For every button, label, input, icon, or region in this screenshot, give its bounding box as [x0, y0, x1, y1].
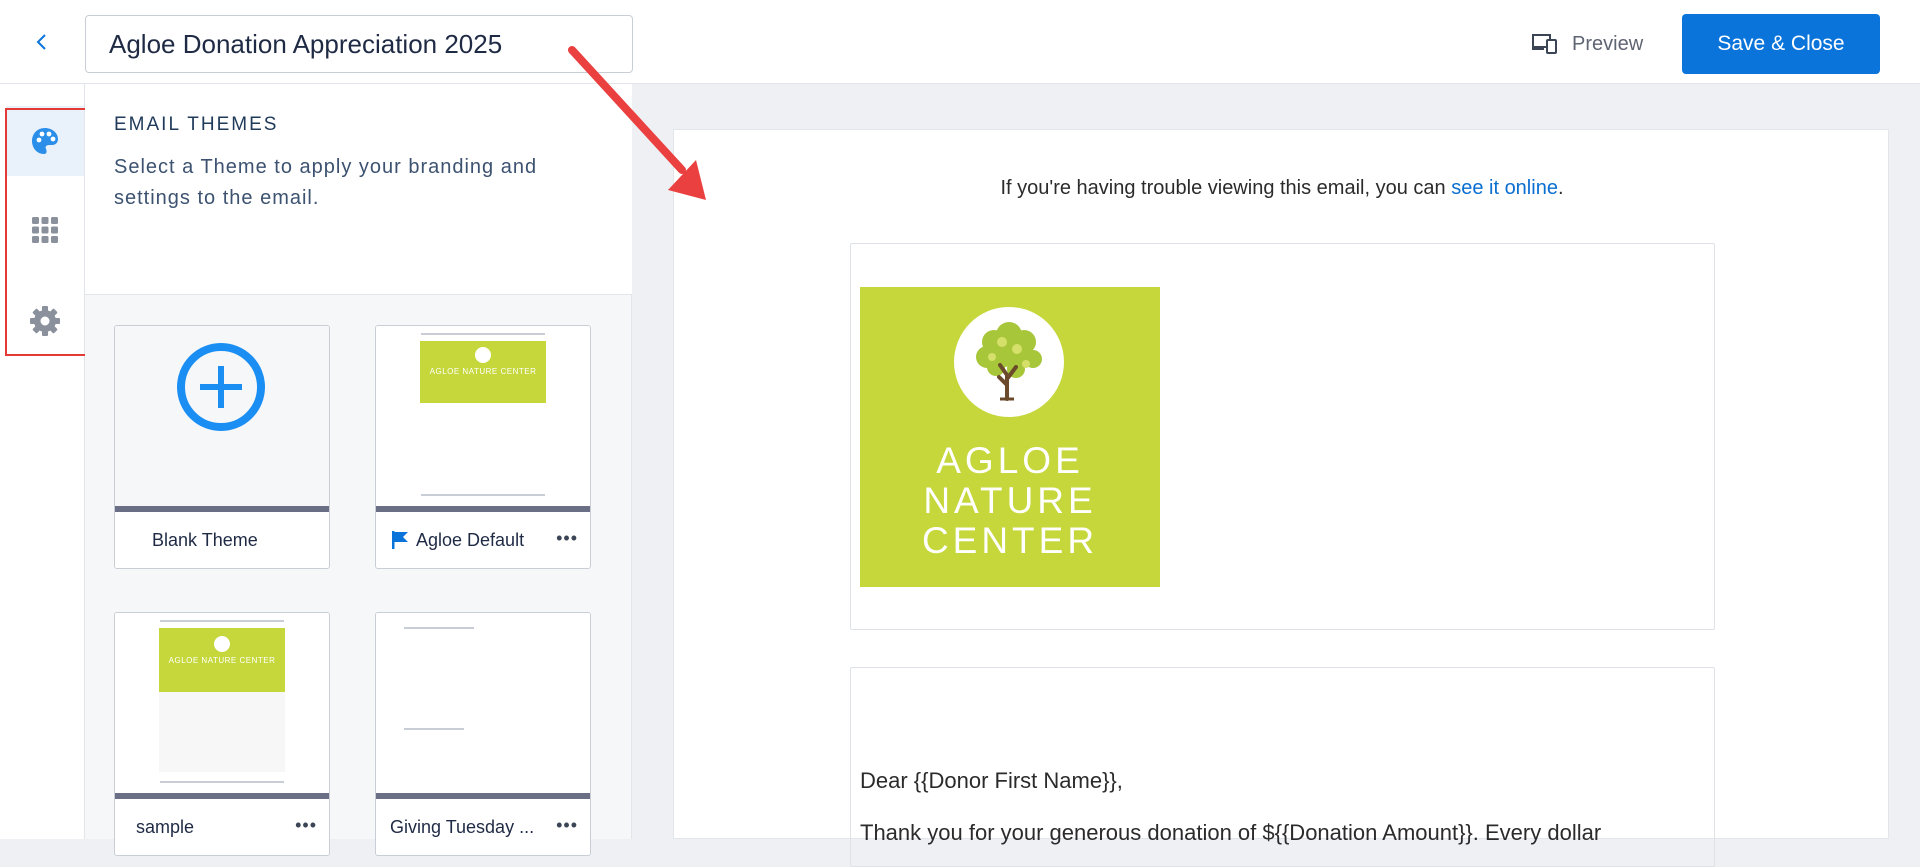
devices-icon: [1532, 34, 1557, 54]
card-footer: Agloe Default •••: [376, 512, 590, 568]
theme-card-agloe-default[interactable]: AGLOE NATURE CENTER Agloe Default •••: [375, 325, 591, 569]
card-label: Agloe Default: [416, 529, 525, 550]
themes-panel-header: EMAIL THEMES Select a Theme to apply you…: [85, 84, 632, 295]
add-circle-icon: [177, 343, 265, 431]
flag-icon: [392, 531, 408, 549]
logo-block[interactable]: AGLOE NATURE CENTER: [850, 243, 1715, 630]
email-title-input[interactable]: [85, 15, 633, 73]
body-text-block[interactable]: Dear {{Donor First Name}}, Thank you for…: [850, 667, 1715, 867]
theme-thumbnail: [376, 613, 590, 793]
panel-title: EMAIL THEMES: [114, 114, 279, 135]
save-close-button[interactable]: Save & Close: [1682, 14, 1880, 74]
view-online-notice: If you're having trouble viewing this em…: [1000, 177, 1564, 199]
tree-emblem: [954, 307, 1064, 417]
palette-icon: [32, 128, 58, 154]
rail-item-settings[interactable]: [6, 286, 84, 356]
card-footer: Giving Tuesday ... •••: [376, 799, 590, 855]
more-options-button[interactable]: •••: [556, 528, 578, 549]
logo-text: AGLOE NATURE CENTER: [921, 440, 1099, 561]
greeting-text: Dear {{Donor First Name}},: [860, 768, 1123, 793]
theme-card-giving-tuesday[interactable]: Giving Tuesday ... •••: [375, 612, 591, 856]
agloe-logo: AGLOE NATURE CENTER: [860, 287, 1160, 587]
card-footer: Blank Theme: [115, 512, 329, 568]
top-bar: Preview Save & Close: [0, 0, 1920, 84]
body-text: Thank you for your generous donation of …: [860, 820, 1602, 845]
card-label: sample: [136, 816, 195, 837]
preview-label: Preview: [1572, 32, 1644, 55]
more-options-button[interactable]: •••: [556, 815, 578, 836]
preview-button[interactable]: Preview: [1532, 24, 1643, 64]
email-canvas: If you're having trouble viewing this em…: [673, 129, 1889, 867]
thumbnail-logo-text: AGLOE NATURE CENTER: [429, 367, 537, 376]
chevron-left-icon: [36, 34, 46, 50]
left-rail: [0, 84, 85, 839]
theme-thumbnail: AGLOE NATURE CENTER: [115, 613, 329, 793]
theme-card-blank[interactable]: Blank Theme: [114, 325, 330, 569]
card-label: Blank Theme: [152, 529, 258, 550]
see-online-link[interactable]: see it online: [1451, 177, 1558, 199]
panel-description: Select a Theme to apply your branding an…: [114, 156, 538, 209]
card-footer: sample •••: [115, 799, 329, 855]
rail-item-themes[interactable]: [6, 106, 84, 176]
thumbnail-logo-text: AGLOE NATURE CENTER: [168, 656, 276, 665]
back-button[interactable]: [22, 22, 62, 62]
gear-icon: [30, 306, 60, 336]
thumbnail-logo: AGLOE NATURE CENTER: [159, 628, 285, 692]
theme-thumbnail: AGLOE NATURE CENTER: [376, 326, 590, 506]
theme-card-sample[interactable]: AGLOE NATURE CENTER sample •••: [114, 612, 330, 856]
themes-panel: EMAIL THEMES Select a Theme to apply you…: [85, 84, 632, 856]
rail-item-blocks[interactable]: [6, 195, 84, 265]
apps-grid-icon: [32, 217, 58, 243]
theme-thumbnail: [115, 326, 329, 506]
thumbnail-logo: AGLOE NATURE CENTER: [420, 341, 546, 403]
tree-icon: [976, 322, 1042, 401]
card-label: Giving Tuesday ...: [390, 816, 535, 837]
more-options-button[interactable]: •••: [295, 815, 317, 836]
